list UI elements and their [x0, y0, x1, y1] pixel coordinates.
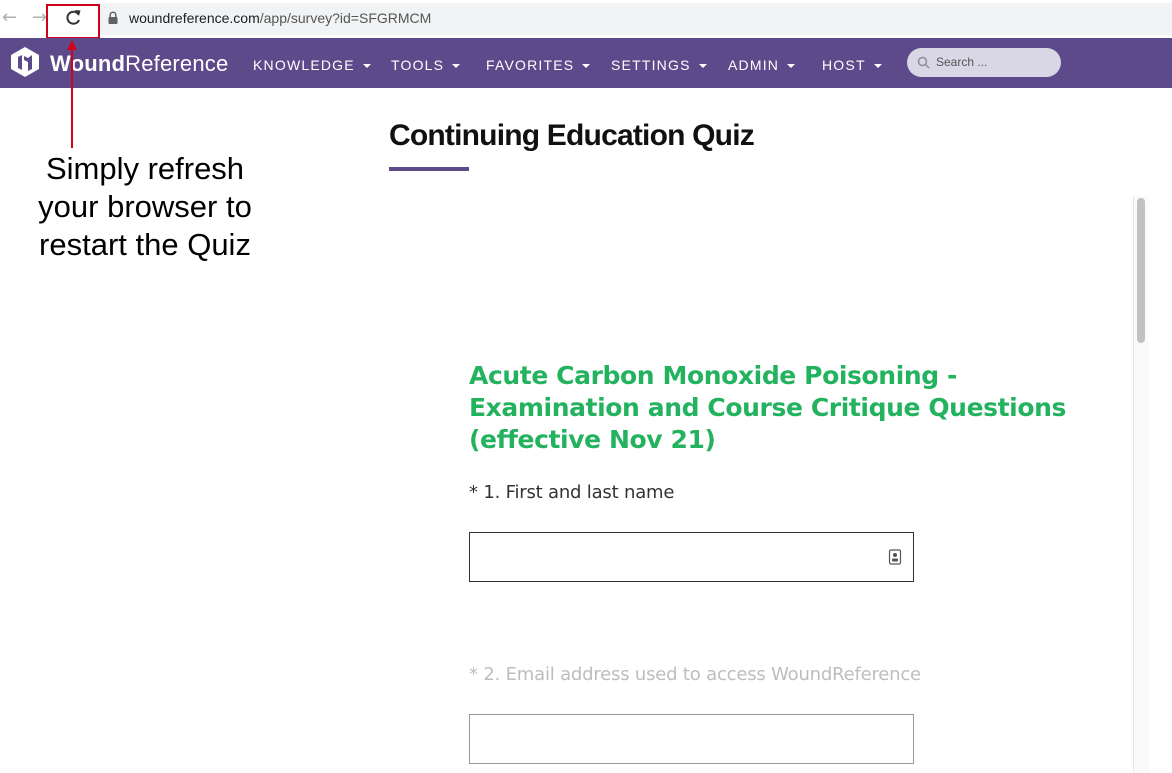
- nav-label: HOST: [822, 57, 866, 73]
- question-2-label: * 2. Email address used to access WoundR…: [469, 664, 921, 685]
- nav-label: TOOLS: [391, 57, 445, 73]
- reload-highlight-box: [46, 4, 100, 39]
- logo-rest-text: Reference: [125, 51, 229, 76]
- annotation-text: Simply refresh your browser to restart t…: [20, 150, 270, 264]
- caret-down-icon: [452, 64, 461, 69]
- caret-down-icon: [698, 64, 707, 69]
- nav-label: SETTINGS: [611, 57, 691, 73]
- url-host: woundreference.com: [129, 10, 260, 26]
- search-input[interactable]: Search ...: [907, 48, 1061, 77]
- caret-down-icon: [873, 64, 882, 69]
- name-field[interactable]: [469, 532, 914, 582]
- back-arrow-icon[interactable]: ←: [2, 8, 17, 28]
- email-field[interactable]: [469, 714, 914, 764]
- annotation-line: restart the Quiz: [39, 227, 251, 262]
- title-underline: [389, 167, 469, 171]
- nav-host[interactable]: HOST: [822, 57, 882, 73]
- survey-scrollbar-thumb[interactable]: [1137, 198, 1145, 343]
- browser-toolbar: ← → woundreference.com/app/survey?id=SFG…: [0, 0, 1172, 39]
- nav-favorites[interactable]: FAVORITES: [486, 57, 591, 73]
- caret-down-icon: [787, 64, 796, 69]
- nav-admin[interactable]: ADMIN: [728, 57, 796, 73]
- nav-label: FAVORITES: [486, 57, 575, 73]
- forward-arrow-icon[interactable]: →: [32, 8, 47, 28]
- logo-icon[interactable]: [9, 46, 41, 78]
- nav-tools[interactable]: TOOLS: [391, 57, 461, 73]
- site-navbar: WoundReference KNOWLEDGE TOOLS FAVORITES…: [0, 38, 1172, 88]
- url-path: /app/survey?id=SFGRMCM: [259, 10, 432, 26]
- contact-card-icon[interactable]: [888, 549, 902, 565]
- page-title: Continuing Education Quiz: [389, 119, 755, 152]
- annotation-arrow: [67, 40, 77, 148]
- nav-label: KNOWLEDGE: [253, 57, 355, 73]
- nav-knowledge[interactable]: KNOWLEDGE: [253, 57, 371, 73]
- caret-down-icon: [362, 64, 371, 69]
- search-placeholder: Search ...: [936, 55, 988, 69]
- nav-label: ADMIN: [728, 57, 780, 73]
- annotation-line: Simply refresh: [45, 151, 245, 186]
- search-icon: [917, 56, 930, 69]
- question-1-label: * 1. First and last name: [469, 482, 675, 503]
- lock-icon: [108, 11, 118, 24]
- survey-title: Acute Carbon Monoxide Poisoning - Examin…: [469, 361, 1066, 454]
- nav-settings[interactable]: SETTINGS: [611, 57, 707, 73]
- url-text[interactable]: woundreference.com/app/survey?id=SFGRMCM: [129, 10, 431, 26]
- annotation-line: your browser to: [38, 189, 252, 224]
- caret-down-icon: [582, 64, 591, 69]
